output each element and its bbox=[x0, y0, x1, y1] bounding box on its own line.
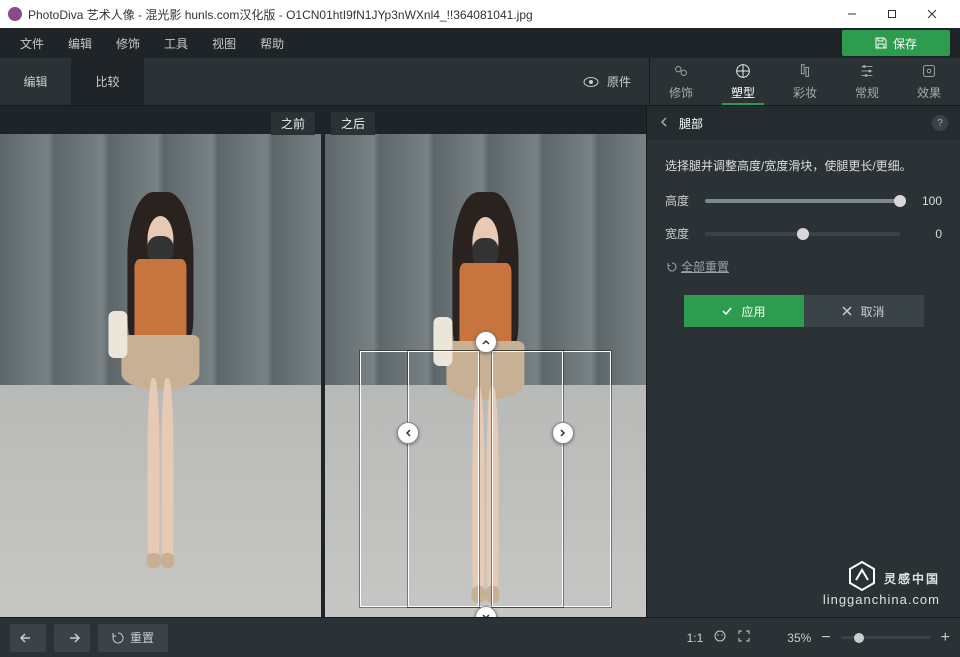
leg-selection-left[interactable] bbox=[408, 351, 479, 607]
zoom-in-button[interactable]: + bbox=[941, 629, 950, 647]
apply-button[interactable]: 应用 bbox=[684, 295, 804, 327]
help-button[interactable]: ? bbox=[932, 115, 948, 131]
zoom-out-button[interactable]: − bbox=[821, 629, 830, 647]
menu-view[interactable]: 视图 bbox=[202, 31, 246, 56]
app-title: PhotoDiva 艺术人像 - 混光影 hunls.com汉化版 - O1CN… bbox=[28, 6, 533, 23]
height-slider[interactable] bbox=[705, 199, 900, 203]
titlebar: PhotoDiva 艺术人像 - 混光影 hunls.com汉化版 - O1CN… bbox=[0, 0, 960, 28]
rtab-sculpt[interactable]: 塑型 bbox=[712, 58, 774, 105]
face-icon bbox=[713, 629, 727, 643]
menu-tools[interactable]: 工具 bbox=[154, 31, 198, 56]
before-label: 之前 bbox=[271, 112, 315, 135]
handle-right[interactable] bbox=[552, 422, 574, 444]
content-area: 之前 之后 bbox=[0, 106, 960, 617]
cancel-button[interactable]: 取消 bbox=[804, 295, 924, 327]
after-label: 之后 bbox=[331, 112, 375, 135]
face-fit-button[interactable] bbox=[713, 629, 727, 646]
height-label: 高度 bbox=[665, 192, 693, 209]
close-icon bbox=[842, 306, 852, 316]
panel-header: 腿部 ? bbox=[647, 106, 960, 140]
rtab-general[interactable]: 常规 bbox=[836, 58, 898, 105]
rtab-makeup[interactable]: 彩妆 bbox=[774, 58, 836, 105]
after-pane[interactable] bbox=[325, 134, 646, 617]
reset-button[interactable]: 重置 bbox=[98, 624, 168, 652]
right-panel: 腿部 ? 选择腿并调整高度/宽度滑块，使腿更长/更细。 高度 100 宽度 0 bbox=[646, 106, 960, 617]
save-label: 保存 bbox=[893, 35, 917, 52]
mode-tab-compare[interactable]: 比较 bbox=[72, 58, 144, 105]
chevron-up-icon bbox=[481, 337, 491, 347]
bottom-bar: 重置 1:1 35% − + bbox=[0, 617, 960, 657]
menu-file[interactable]: 文件 bbox=[10, 31, 54, 56]
height-slider-row: 高度 100 bbox=[665, 192, 942, 209]
top-strip: 编辑 比较 原件 修饰 塑型 彩妆 常规 效果 bbox=[0, 58, 960, 106]
menubar: 文件 编辑 修饰 工具 视图 帮助 保存 bbox=[0, 28, 960, 58]
chevron-left-icon bbox=[403, 428, 413, 438]
zoom-slider[interactable] bbox=[841, 636, 931, 639]
panel-title: 腿部 bbox=[679, 115, 703, 132]
app-icon bbox=[8, 7, 22, 21]
panel-description: 选择腿并调整高度/宽度滑块，使腿更长/更细。 bbox=[665, 156, 942, 176]
ratio-label[interactable]: 1:1 bbox=[687, 631, 704, 645]
menu-edit[interactable]: 编辑 bbox=[58, 31, 102, 56]
back-button[interactable] bbox=[659, 116, 669, 130]
check-icon bbox=[721, 305, 733, 317]
window-minimize[interactable] bbox=[832, 0, 872, 28]
sculpt-icon bbox=[734, 62, 752, 80]
show-original-button[interactable]: 原件 bbox=[565, 58, 649, 105]
width-value: 0 bbox=[912, 227, 942, 241]
expand-icon bbox=[737, 629, 751, 643]
rtab-retouch[interactable]: 修饰 bbox=[650, 58, 712, 105]
fit-screen-button[interactable] bbox=[737, 629, 751, 646]
chevron-right-icon bbox=[558, 428, 568, 438]
reset-icon bbox=[667, 262, 677, 272]
save-button[interactable]: 保存 bbox=[842, 30, 950, 56]
sliders-icon bbox=[858, 62, 876, 80]
retouch-icon bbox=[672, 62, 690, 80]
save-icon bbox=[875, 37, 887, 49]
handle-left[interactable] bbox=[397, 422, 419, 444]
mode-tab-edit[interactable]: 编辑 bbox=[0, 58, 72, 105]
zoom-slider-knob[interactable] bbox=[854, 633, 864, 643]
redo-icon bbox=[64, 632, 80, 644]
height-value: 100 bbox=[912, 194, 942, 208]
window-close[interactable] bbox=[912, 0, 952, 28]
before-pane[interactable] bbox=[0, 134, 321, 617]
width-slider[interactable] bbox=[705, 232, 900, 236]
chevron-left-icon bbox=[659, 117, 669, 127]
leg-selection-right[interactable] bbox=[492, 351, 563, 607]
right-tab-bar: 修饰 塑型 彩妆 常规 效果 bbox=[649, 58, 960, 105]
handle-top[interactable] bbox=[475, 331, 497, 353]
menu-help[interactable]: 帮助 bbox=[250, 31, 294, 56]
effects-icon bbox=[920, 62, 938, 80]
width-label: 宽度 bbox=[665, 225, 693, 242]
width-slider-knob[interactable] bbox=[797, 228, 809, 240]
canvas-area: 之前 之后 bbox=[0, 106, 646, 617]
makeup-icon bbox=[796, 62, 814, 80]
zoom-value: 35% bbox=[787, 631, 811, 645]
height-slider-knob[interactable] bbox=[894, 195, 906, 207]
window-maximize[interactable] bbox=[872, 0, 912, 28]
before-image bbox=[0, 134, 321, 617]
menu-retouch[interactable]: 修饰 bbox=[106, 31, 150, 56]
rtab-effects[interactable]: 效果 bbox=[898, 58, 960, 105]
width-slider-row: 宽度 0 bbox=[665, 225, 942, 242]
leg-selection-box[interactable] bbox=[360, 351, 610, 607]
redo-button[interactable] bbox=[54, 624, 90, 652]
eye-icon bbox=[583, 76, 599, 88]
undo-icon bbox=[20, 632, 36, 644]
undo-button[interactable] bbox=[10, 624, 46, 652]
reset-all-link[interactable]: 全部重置 bbox=[667, 258, 942, 275]
reset-icon bbox=[112, 632, 124, 644]
